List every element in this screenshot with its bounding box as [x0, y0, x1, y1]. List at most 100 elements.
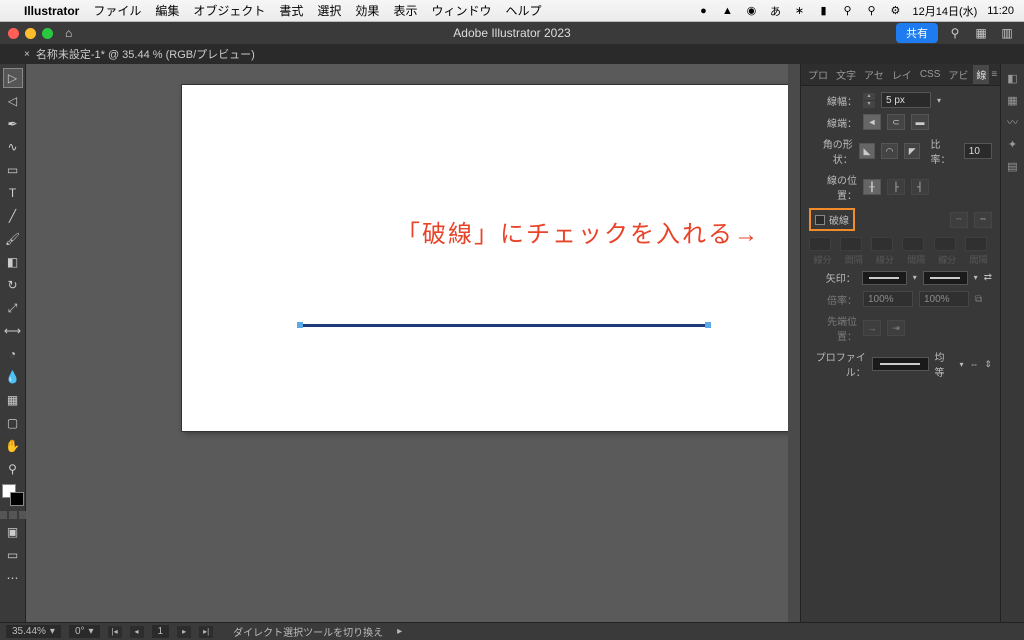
flip-vertical-icon[interactable]: ⇕ — [984, 359, 992, 370]
swatches-panel-icon[interactable]: ▦ — [1005, 92, 1021, 108]
brushes-panel-icon[interactable]: 〰 — [1005, 114, 1021, 130]
cap-butt-button[interactable]: ◄ — [863, 114, 881, 130]
artboard-tool[interactable]: ▢ — [3, 413, 23, 433]
swap-arrows-icon[interactable]: ⇄ — [984, 272, 992, 283]
next-artboard-button[interactable]: ▸ — [177, 626, 191, 638]
chevron-down-icon[interactable]: ▾ — [959, 360, 963, 369]
dash-input-3[interactable] — [934, 237, 956, 251]
corner-round-button[interactable]: ◠ — [881, 143, 898, 159]
menubar-time[interactable]: 11:20 — [987, 5, 1014, 17]
menu-select[interactable]: 選択 — [317, 2, 341, 19]
miter-limit-input[interactable]: 10 — [964, 143, 992, 159]
weight-down-button[interactable]: ▾ — [863, 101, 875, 108]
chevron-down-icon[interactable]: ▾ — [974, 273, 978, 282]
dash-input-1[interactable] — [809, 237, 831, 251]
rectangle-tool[interactable]: ▭ — [3, 160, 23, 180]
menu-file[interactable]: ファイル — [93, 2, 141, 19]
vertical-scrollbar[interactable] — [788, 64, 800, 622]
arrow-scale-start-input[interactable]: 100% — [863, 291, 913, 307]
rotate-tool[interactable]: ↻ — [3, 275, 23, 295]
artboard[interactable] — [182, 85, 791, 431]
battery-icon[interactable]: ▮ — [816, 4, 830, 18]
gap-input-1[interactable] — [840, 237, 862, 251]
document-tab[interactable]: × 名称未設定-1* @ 35.44 % (RGB/プレビュー) — [24, 46, 255, 62]
edit-toolbar-icon[interactable]: ⋯ — [3, 568, 23, 588]
menu-edit[interactable]: 編集 — [155, 2, 179, 19]
search-icon[interactable]: ⚲ — [946, 26, 964, 40]
gap-input-2[interactable] — [902, 237, 924, 251]
draw-mode-icon[interactable]: ▣ — [3, 522, 23, 542]
scale-tool[interactable]: ⤢ — [3, 298, 23, 318]
last-artboard-button[interactable]: ▸| — [199, 626, 213, 638]
corner-miter-button[interactable]: ◣ — [859, 143, 876, 159]
arrow-end-select[interactable] — [923, 271, 968, 285]
link-scale-icon[interactable]: ⧉ — [975, 294, 982, 305]
panel-tab-properties[interactable]: プロ — [805, 65, 831, 84]
tray-kana-icon[interactable]: あ — [768, 4, 782, 18]
line-tool[interactable]: ╱ — [3, 206, 23, 226]
panel-tab-layers[interactable]: レイ — [889, 65, 915, 84]
line-tray-icon[interactable]: ● — [696, 4, 710, 18]
rotate-select[interactable]: 0° ▾ — [69, 625, 100, 638]
flip-horizontal-icon[interactable]: ⇔ — [969, 359, 978, 369]
chevron-down-icon[interactable]: ▾ — [913, 273, 917, 282]
curvature-tool[interactable]: ∿ — [3, 137, 23, 157]
corner-bevel-button[interactable]: ◤ — [904, 143, 921, 159]
panel-tab-stroke[interactable]: 線 — [973, 65, 989, 84]
eyedropper-tool[interactable]: 💧 — [3, 367, 23, 387]
dash-align-button[interactable]: ╍ — [974, 212, 992, 228]
panel-tab-character[interactable]: 文字 — [833, 65, 859, 84]
minimize-window-icon[interactable] — [25, 28, 36, 39]
menu-effect[interactable]: 効果 — [355, 2, 379, 19]
menu-object[interactable]: オブジェクト — [193, 2, 265, 19]
color-panel-icon[interactable]: ◧ — [1005, 70, 1021, 86]
home-icon[interactable]: ⌂ — [65, 26, 72, 40]
color-mode-icon[interactable] — [0, 511, 7, 519]
arrow-start-select[interactable] — [862, 271, 907, 285]
profile-select[interactable] — [872, 357, 929, 371]
prev-artboard-button[interactable]: ◂ — [130, 626, 144, 638]
gradient-mode-icon[interactable] — [9, 511, 17, 519]
zoom-select[interactable]: 35.44% ▾ — [6, 625, 61, 638]
menubar-date[interactable]: 12月14日(水) — [912, 3, 977, 19]
panel-tab-appearance[interactable]: アビ — [945, 65, 971, 84]
libraries-panel-icon[interactable]: ▤ — [1005, 158, 1021, 174]
bluetooth-icon[interactable]: ∗ — [792, 4, 806, 18]
align-center-button[interactable]: ╂ — [863, 179, 881, 195]
close-tab-icon[interactable]: × — [24, 49, 30, 60]
dashed-checkbox[interactable] — [815, 215, 825, 225]
search-icon[interactable]: ⚲ — [864, 4, 878, 18]
zoom-window-icon[interactable] — [42, 28, 53, 39]
share-button[interactable]: 共有 — [896, 23, 938, 43]
panel-menu-icon[interactable]: ≡ — [991, 69, 997, 80]
menu-view[interactable]: 表示 — [393, 2, 417, 19]
anchor-point[interactable] — [705, 322, 711, 328]
tray-icon[interactable]: ◉ — [744, 4, 758, 18]
align-outside-button[interactable]: ┫ — [911, 179, 929, 195]
eraser-tool[interactable]: ◧ — [3, 252, 23, 272]
gradient-tool[interactable]: ▦ — [3, 390, 23, 410]
zoom-tool[interactable]: ⚲ — [3, 459, 23, 479]
control-center-icon[interactable]: ⚙ — [888, 4, 902, 18]
selected-line-object[interactable] — [300, 324, 708, 327]
first-artboard-button[interactable]: |◂ — [108, 626, 122, 638]
workspace-icon[interactable]: ▥ — [998, 26, 1016, 40]
width-tool[interactable]: ⟷ — [3, 321, 23, 341]
stroke-swatch[interactable] — [10, 492, 24, 506]
status-more-icon[interactable]: ▸ — [397, 626, 402, 637]
dash-preserve-button[interactable]: ╌ — [950, 212, 968, 228]
align-inside-button[interactable]: ┣ — [887, 179, 905, 195]
tray-icon[interactable]: ▲ — [720, 4, 734, 18]
tip-end-button[interactable]: ⇥ — [887, 320, 905, 336]
screen-mode-icon[interactable]: ▭ — [3, 545, 23, 565]
shape-builder-tool[interactable]: ◔ — [3, 344, 23, 364]
cap-square-button[interactable]: ▬ — [911, 114, 929, 130]
menu-help[interactable]: ヘルプ — [505, 2, 541, 19]
arrange-icon[interactable]: ▦ — [972, 26, 990, 40]
type-tool[interactable]: T — [3, 183, 23, 203]
anchor-point[interactable] — [297, 322, 303, 328]
selection-tool[interactable]: ▷ — [3, 68, 23, 88]
close-window-icon[interactable] — [8, 28, 19, 39]
canvas-area[interactable]: 「破線」にチェックを入れる→ — [26, 64, 800, 622]
gap-input-3[interactable] — [965, 237, 987, 251]
